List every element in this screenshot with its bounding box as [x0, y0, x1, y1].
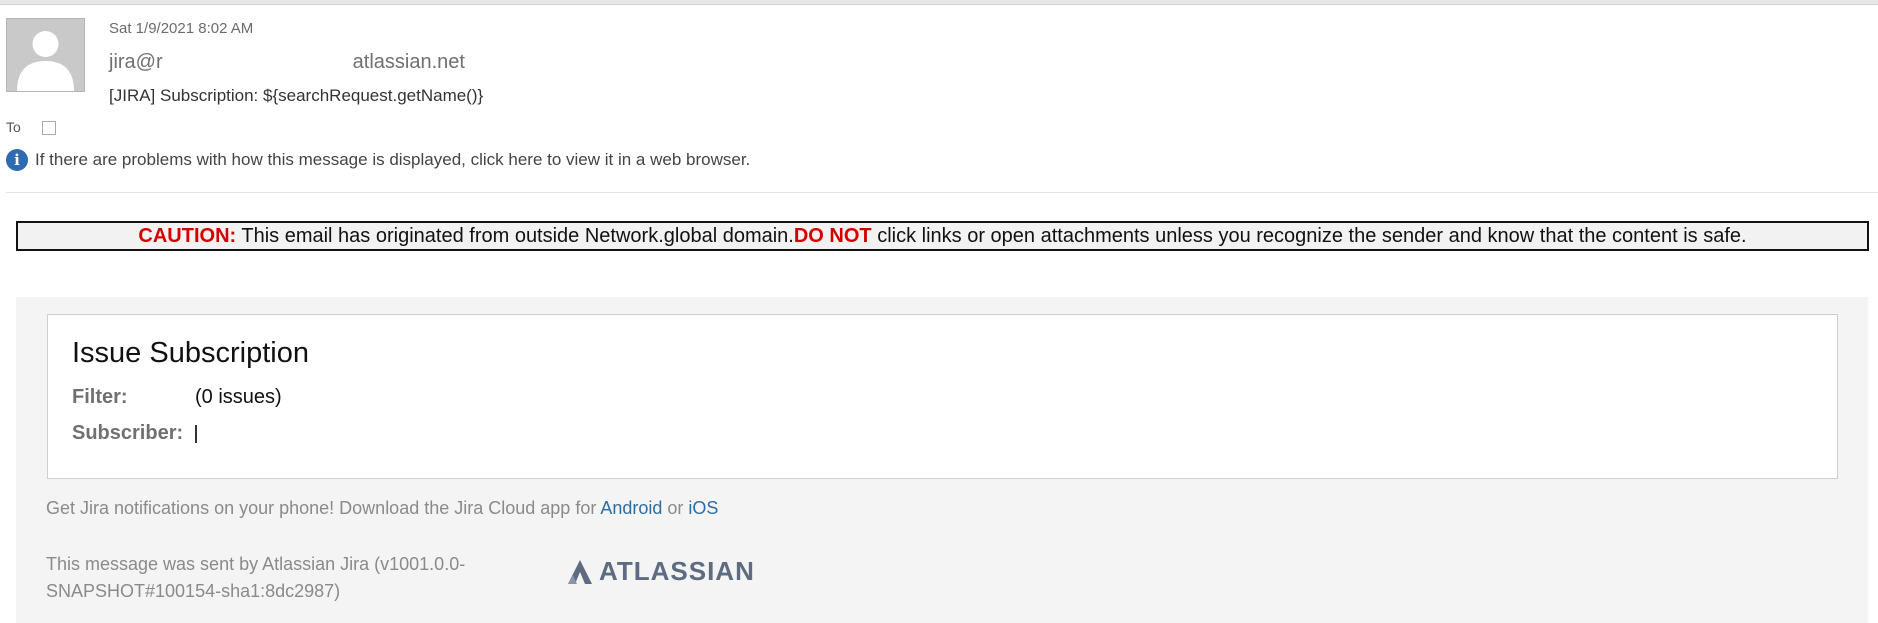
- sender-avatar-icon: [6, 18, 85, 92]
- info-bar[interactable]: i If there are problems with how this me…: [6, 149, 750, 171]
- caution-banner: CAUTION: This email has originated from …: [16, 221, 1869, 251]
- atlassian-logo-icon: [568, 559, 592, 584]
- header-divider: [6, 192, 1878, 193]
- subscriber-row: Subscriber:: [72, 422, 197, 445]
- subscription-card: Issue Subscription Filter: (0 issues) Sub…: [47, 314, 1838, 479]
- caution-label: CAUTION:: [138, 225, 237, 247]
- sender-prefix: jira@r: [109, 51, 163, 73]
- email-date: Sat 1/9/2021 8:02 AM: [109, 20, 254, 37]
- email-sender[interactable]: jira@r atlassian.net: [109, 51, 465, 74]
- ios-link[interactable]: iOS: [688, 498, 718, 518]
- subscriber-label: Subscriber:: [72, 422, 184, 444]
- text-cursor: [195, 425, 197, 443]
- filter-row: Filter: (0 issues): [72, 386, 282, 409]
- info-circle-icon: i: [6, 149, 28, 171]
- window-top-edge: [0, 0, 1878, 5]
- filter-value: (0 issues): [195, 386, 282, 408]
- android-link[interactable]: Android: [600, 498, 662, 518]
- info-bar-text[interactable]: If there are problems with how this mess…: [35, 150, 750, 170]
- to-label: To: [6, 119, 21, 135]
- email-subject: [JIRA] Subscription: ${searchRequest.get…: [109, 86, 484, 105]
- mobile-app-notice: Get Jira notifications on your phone! Do…: [46, 498, 718, 519]
- or-text: or: [662, 498, 689, 518]
- logo-wordmark: ATLASSIAN: [599, 556, 755, 586]
- caution-text-2: click links or open attachments unless y…: [871, 225, 1747, 247]
- atlassian-logo: ATLASSIAN: [567, 556, 755, 587]
- caution-text-1: This email has originated from outside N…: [236, 225, 794, 247]
- do-not-label: DO NOT: [793, 225, 872, 247]
- card-title: Issue Subscription: [72, 337, 309, 369]
- to-recipient-checkbox[interactable]: [42, 121, 56, 135]
- sender-suffix: atlassian.net: [352, 51, 465, 73]
- notify-text: Get Jira notifications on your phone! Do…: [46, 498, 601, 518]
- sent-by-text: This message was sent by Atlassian Jira …: [46, 554, 466, 601]
- filter-label: Filter:: [72, 386, 128, 408]
